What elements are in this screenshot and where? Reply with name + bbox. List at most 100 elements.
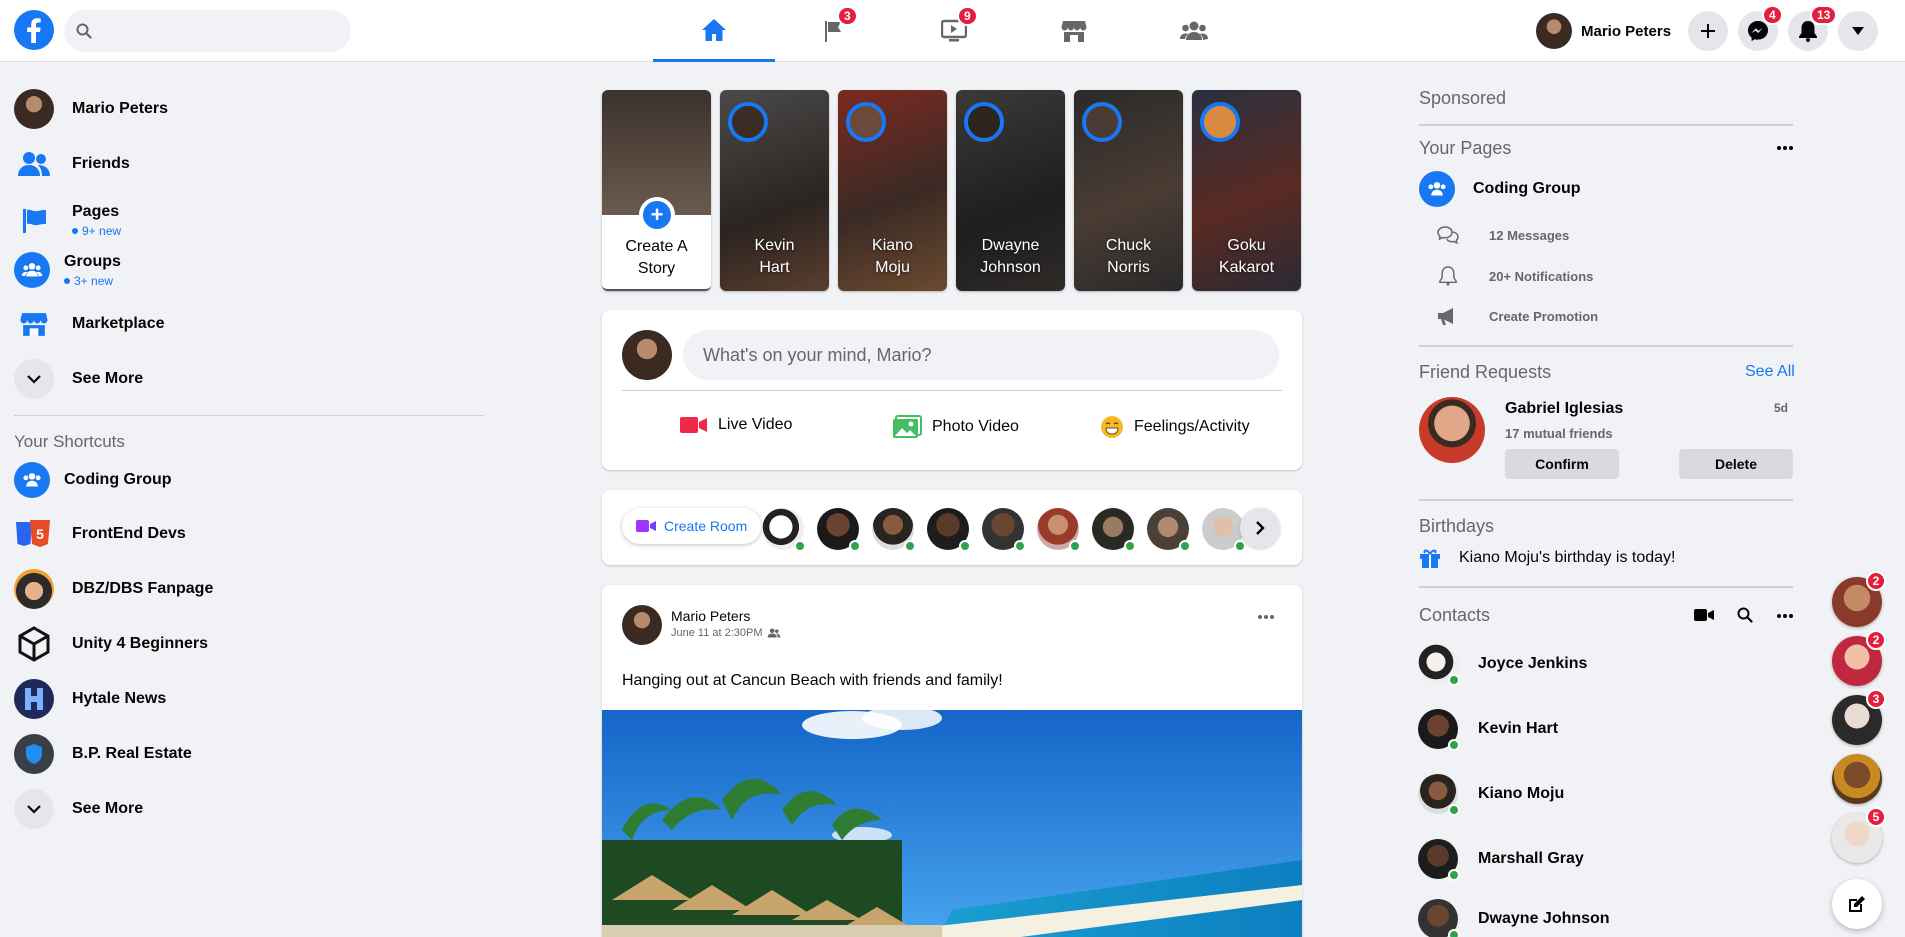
room-contact-avatar[interactable] bbox=[1147, 508, 1191, 552]
sidebar-item-profile[interactable]: Mario Peters bbox=[14, 89, 168, 129]
room-contact-avatar[interactable] bbox=[982, 508, 1026, 552]
story-card[interactable]: Chuck Norris bbox=[1074, 90, 1183, 291]
sidebar-item-label: Marketplace bbox=[72, 315, 165, 332]
tab-watch[interactable]: 9 bbox=[893, 0, 1015, 62]
story-card[interactable]: Kevin Hart bbox=[720, 90, 829, 291]
chat-head[interactable]: 3 bbox=[1832, 689, 1886, 745]
shortcuts-see-more-button[interactable]: See More bbox=[14, 789, 143, 829]
chat-head[interactable]: 2 bbox=[1832, 630, 1886, 686]
sidebar-item-marketplace[interactable]: Marketplace bbox=[14, 304, 165, 344]
tab-pages[interactable]: 3 bbox=[773, 0, 895, 62]
room-contact-avatar[interactable] bbox=[1037, 508, 1081, 552]
delete-button[interactable]: Delete bbox=[1679, 449, 1793, 479]
shortcut-bp-real-estate[interactable]: B.P. Real Estate bbox=[14, 734, 192, 774]
messenger-button[interactable]: 4 bbox=[1738, 5, 1783, 51]
watch-notification-badge: 9 bbox=[957, 6, 978, 26]
new-room-button[interactable] bbox=[1694, 608, 1714, 622]
room-contact-avatar[interactable] bbox=[927, 508, 971, 552]
birthdays-divider bbox=[1419, 586, 1793, 588]
photo-video-button[interactable]: Photo Video bbox=[892, 415, 1019, 439]
search-icon bbox=[76, 23, 92, 39]
sidebar-item-label: Mario Peters bbox=[72, 100, 169, 117]
tab-groups[interactable] bbox=[1133, 0, 1255, 62]
profile-chip[interactable]: Mario Peters bbox=[1536, 13, 1679, 49]
room-contact-avatar[interactable] bbox=[872, 508, 916, 552]
post-timestamp[interactable]: June 11 at 2:30PM bbox=[671, 627, 763, 639]
messenger-badge: 4 bbox=[1762, 5, 1783, 25]
create-room-button[interactable]: Create Room bbox=[622, 508, 762, 544]
contact-item[interactable]: Kevin Hart bbox=[1418, 709, 1558, 751]
whats-on-your-mind-input[interactable]: What's on your mind, Mario? bbox=[683, 330, 1279, 380]
avatar bbox=[1418, 839, 1460, 881]
sidebar-item-groups[interactable]: Groups 3+ new bbox=[14, 252, 121, 288]
create-button[interactable] bbox=[1688, 11, 1728, 51]
friend-request-age: 5d bbox=[1774, 401, 1789, 415]
new-count: 3+ new bbox=[64, 274, 121, 288]
see-more-button[interactable]: See More bbox=[14, 359, 143, 399]
contacts-options-button[interactable] bbox=[1777, 614, 1793, 618]
post-photo[interactable] bbox=[602, 710, 1302, 937]
tab-home[interactable] bbox=[653, 0, 775, 62]
sidebar-item-friends[interactable]: Friends bbox=[14, 144, 130, 184]
live-video-button[interactable]: Live Video bbox=[680, 415, 792, 435]
tab-marketplace[interactable] bbox=[1013, 0, 1135, 62]
store-icon bbox=[1061, 19, 1087, 43]
shortcut-coding-group[interactable]: Coding Group bbox=[14, 462, 172, 498]
account-menu-button[interactable] bbox=[1838, 11, 1878, 51]
page-coding-group[interactable]: Coding Group bbox=[1419, 171, 1581, 207]
more-dots-icon bbox=[1777, 146, 1793, 150]
shortcut-label: Coding Group bbox=[64, 471, 172, 488]
story-avatar bbox=[728, 102, 768, 142]
new-message-button[interactable] bbox=[1832, 879, 1882, 929]
chat-head[interactable]: 2 bbox=[1832, 571, 1886, 627]
post-options-button[interactable] bbox=[1258, 615, 1274, 619]
confirm-button[interactable]: Confirm bbox=[1505, 449, 1619, 479]
room-contact-avatar[interactable] bbox=[1202, 508, 1246, 552]
chevron-down-icon bbox=[14, 359, 54, 399]
page-messages-link[interactable]: 12 Messages bbox=[1437, 226, 1569, 244]
sidebar-item-label: Friends bbox=[72, 155, 130, 172]
search-input[interactable] bbox=[64, 10, 351, 52]
shortcut-frontend-devs[interactable]: 5 FrontEnd Devs bbox=[14, 514, 186, 554]
avatar bbox=[1418, 644, 1460, 686]
facebook-logo-icon[interactable] bbox=[14, 10, 54, 50]
feelings-activity-button[interactable]: Feelings/Activity bbox=[1100, 415, 1250, 439]
page-notifications-link[interactable]: 20+ Notifications bbox=[1439, 266, 1593, 286]
chat-bubbles-icon bbox=[1437, 226, 1459, 244]
rooms-next-button[interactable] bbox=[1240, 508, 1280, 548]
chat-head[interactable] bbox=[1832, 754, 1882, 804]
rooms-bar: Create Room bbox=[602, 490, 1302, 565]
requests-divider bbox=[1419, 499, 1793, 501]
sidebar-item-pages[interactable]: Pages 9+ new bbox=[14, 200, 121, 240]
story-card[interactable]: Dwayne Johnson bbox=[956, 90, 1065, 291]
contact-item[interactable]: Kiano Moju bbox=[1418, 774, 1564, 816]
sidebar-item-label: Pages bbox=[72, 202, 120, 220]
shortcut-unity-4-beginners[interactable]: Unity 4 Beginners bbox=[14, 624, 208, 664]
story-card[interactable]: Goku Kakarot bbox=[1192, 90, 1301, 291]
shortcut-label: B.P. Real Estate bbox=[72, 745, 192, 762]
friend-request-name[interactable]: Gabriel Iglesias bbox=[1505, 400, 1623, 418]
create-story-card[interactable]: + Create A Story bbox=[602, 90, 711, 291]
birthday-notice[interactable]: Kiano Moju's birthday is today! bbox=[1419, 547, 1676, 569]
sponsored-divider bbox=[1419, 124, 1793, 126]
see-all-link[interactable]: See All bbox=[1745, 363, 1795, 381]
post-author[interactable]: Mario Peters bbox=[671, 608, 750, 624]
friend-request-avatar[interactable] bbox=[1419, 397, 1485, 463]
room-contact-avatar[interactable] bbox=[817, 508, 861, 552]
create-promotion-link[interactable]: Create Promotion bbox=[1437, 306, 1598, 326]
story-card[interactable]: Kiano Moju bbox=[838, 90, 947, 291]
room-contact-avatar[interactable] bbox=[762, 508, 806, 552]
notifications-button[interactable]: 13 bbox=[1788, 5, 1838, 51]
search-contacts-button[interactable] bbox=[1737, 607, 1753, 623]
contact-item[interactable]: Dwayne Johnson bbox=[1418, 899, 1610, 937]
shortcut-dbz-fanpage[interactable]: DBZ/DBS Fanpage bbox=[14, 569, 213, 609]
avatar[interactable] bbox=[622, 605, 662, 645]
chat-head[interactable]: 5 bbox=[1832, 807, 1886, 863]
contact-item[interactable]: Marshall Gray bbox=[1418, 839, 1584, 881]
story-name: Kevin Hart bbox=[754, 237, 795, 276]
shortcut-hytale-news[interactable]: Hytale News bbox=[14, 679, 166, 719]
contact-item[interactable]: Joyce Jenkins bbox=[1418, 644, 1587, 686]
room-contact-avatar[interactable] bbox=[1092, 508, 1136, 552]
plus-icon bbox=[1701, 24, 1715, 38]
your-pages-options-button[interactable] bbox=[1777, 146, 1793, 150]
